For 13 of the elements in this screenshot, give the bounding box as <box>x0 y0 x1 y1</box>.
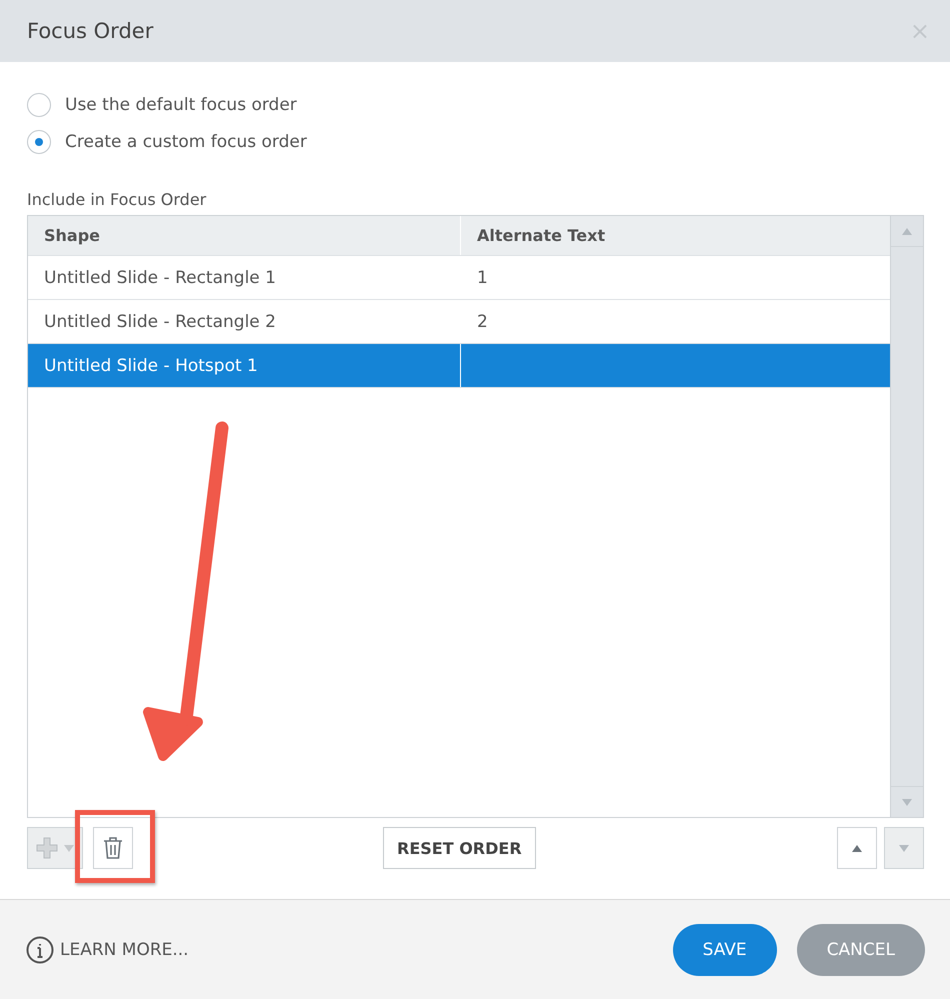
table-caption: Include in Focus Order <box>27 190 208 209</box>
learn-more-link[interactable]: LEARN MORE... <box>26 936 189 964</box>
save-button[interactable]: SAVE <box>672 924 777 976</box>
table-row[interactable]: Untitled Slide - Hotspot 1 <box>28 344 890 388</box>
table-cell-text: Untitled Slide - Hotspot 1 <box>43 354 259 378</box>
radio-label: Use the default focus order <box>65 94 297 114</box>
learn-more-text[interactable]: LEARN MORE... <box>60 940 189 960</box>
window-title: Focus Order <box>27 19 154 43</box>
column-header: Shape <box>43 225 102 247</box>
radio-label: Create a custom focus order <box>65 132 307 152</box>
table-cell-text: Untitled Slide - Rectangle 1 <box>43 266 277 290</box>
reset-order-button[interactable]: RESET ORDER <box>383 827 536 869</box>
table-cell-text: Untitled Slide - Rectangle 2 <box>43 310 277 334</box>
